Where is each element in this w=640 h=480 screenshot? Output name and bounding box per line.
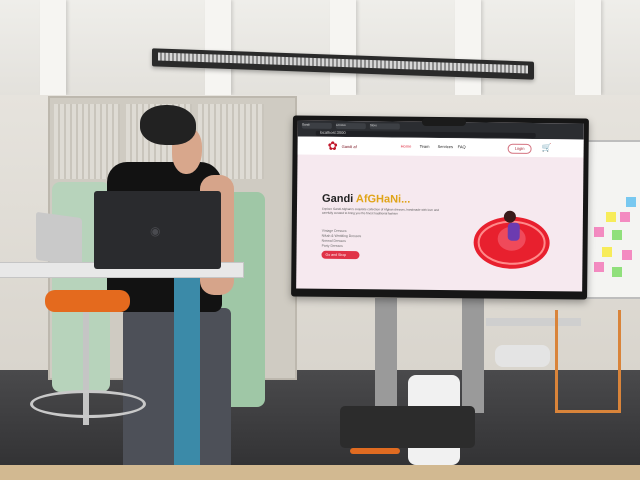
login-button[interactable]: Login <box>507 143 532 154</box>
ceiling <box>0 0 640 95</box>
logo-icon: ✿ <box>327 138 338 153</box>
person-hair <box>140 105 196 145</box>
hero-list-item: Normal Dresses <box>321 238 346 244</box>
address-bar-text: localhost:3000 <box>319 129 346 136</box>
ceiling-beam <box>455 0 481 95</box>
foreground-desk <box>0 465 640 480</box>
sticky-note <box>594 227 604 237</box>
sticky-note <box>612 230 622 240</box>
webcam <box>422 118 466 126</box>
browser-tab[interactable]: Lenovo <box>335 122 366 130</box>
orange-shelf <box>555 310 621 413</box>
sticky-note <box>594 262 604 272</box>
presentation-screen: Gandi Lenovo Store localhost:3000 ✿ Gand… <box>291 115 589 300</box>
sticky-note <box>626 197 636 207</box>
browser-tab[interactable]: Gandi <box>301 122 332 129</box>
dress-illustration <box>473 210 550 269</box>
sticky-note <box>606 212 616 222</box>
desk-leg <box>174 276 200 471</box>
hero-title: Gandi AfGHaNi... <box>322 193 410 206</box>
sticky-note <box>602 247 612 257</box>
hero-paragraph: Explore Gandi Afghani's exquisite collec… <box>321 206 439 216</box>
hero-list-item: Party Dresses <box>321 243 343 248</box>
stool-footring <box>30 390 146 418</box>
orange-stool-seat <box>45 290 130 312</box>
cart-icon[interactable]: 🛒 <box>542 143 552 152</box>
nav-faq[interactable]: FAQ <box>458 144 466 149</box>
sticky-note <box>622 250 632 260</box>
laptop-silver <box>36 211 82 267</box>
hero-title-main: Gandi <box>322 192 356 206</box>
hero-list-item: Nikah & Wedding Dresses <box>321 233 362 239</box>
ceiling-beam <box>575 0 601 95</box>
office-chair <box>495 345 550 367</box>
cabinet-shutter <box>54 104 120 179</box>
power-strip <box>340 406 475 448</box>
hero-title-accent: AfGHaNi... <box>355 193 411 206</box>
monitor-stand <box>462 298 484 413</box>
sticky-note <box>620 212 630 222</box>
orange-cable <box>350 448 400 454</box>
shop-button[interactable]: Go and Shop <box>321 250 360 260</box>
browser-tab[interactable]: Store <box>369 123 400 130</box>
hero-list-item: Vintage Dresses <box>321 228 347 234</box>
screen-display: Gandi Lenovo Store localhost:3000 ✿ Gand… <box>296 120 584 292</box>
nav-home[interactable]: Home <box>401 144 412 149</box>
whiteboard <box>580 140 640 299</box>
laptop-logo-icon: ◉ <box>150 224 161 238</box>
logo-text: Gandi af <box>341 143 357 150</box>
nav-services[interactable]: Services <box>438 144 453 149</box>
ceiling-beam <box>330 0 356 95</box>
ceiling-beam <box>40 0 66 95</box>
monitor-stand <box>375 298 397 413</box>
figure-body <box>507 222 520 241</box>
ceiling-beam <box>205 0 231 95</box>
nav-team[interactable]: Team <box>420 144 430 149</box>
sticky-note <box>612 267 622 277</box>
